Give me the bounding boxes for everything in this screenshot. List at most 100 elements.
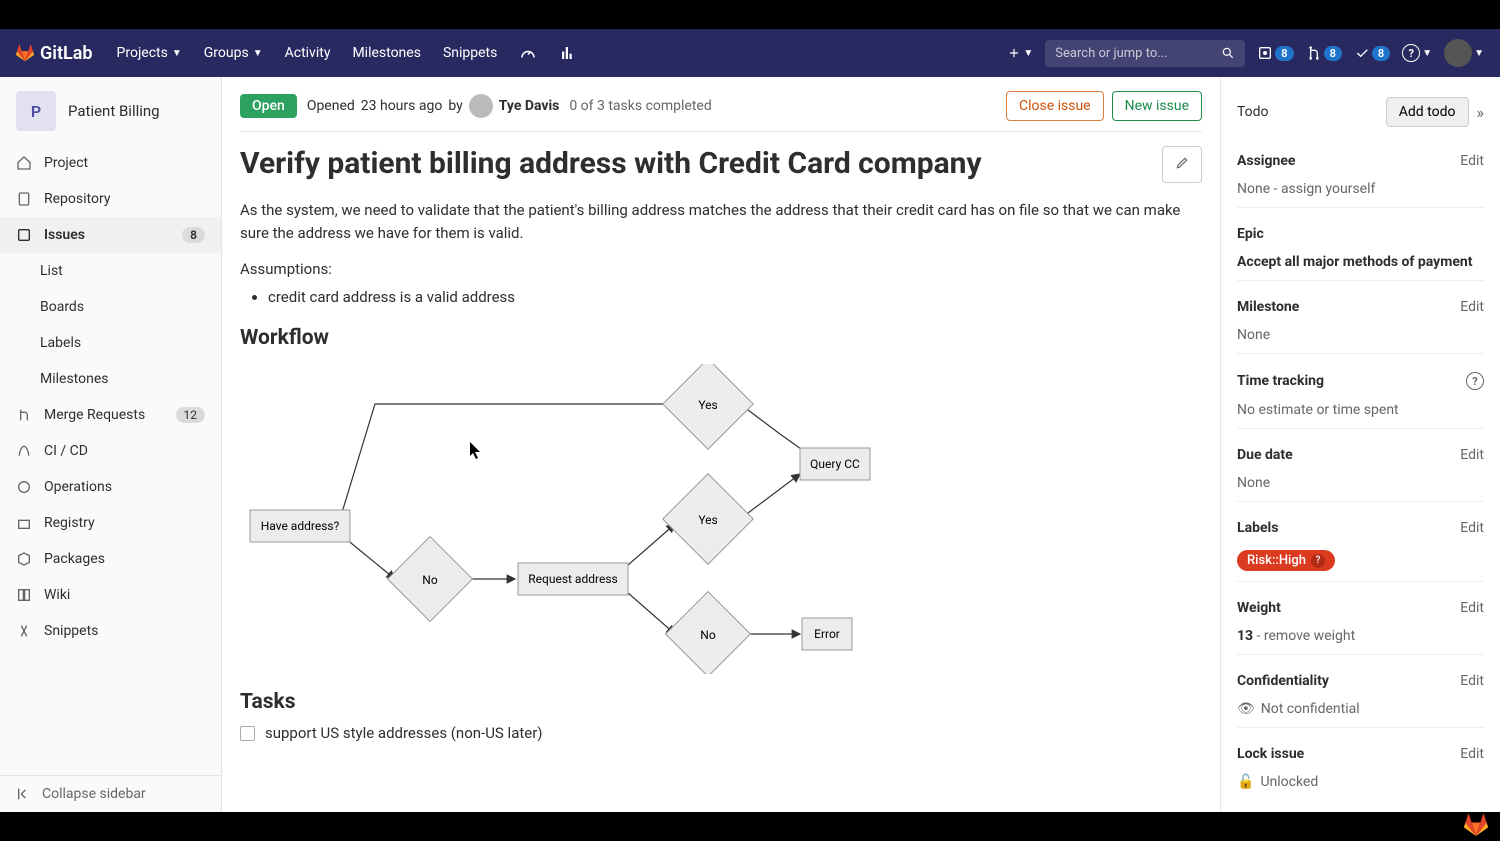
task-label: support US style addresses (non-US later… (265, 724, 543, 742)
sidebar-issues-labels[interactable]: Labels (0, 325, 221, 361)
nav-items: Projects▼ Groups▼ Activity Milestones Sn… (107, 34, 588, 72)
weight-section: Weight Edit 13 - remove weight (1237, 582, 1484, 655)
task-item: support US style addresses (non-US later… (240, 724, 1202, 742)
nav-user-menu[interactable]: ▼ (1444, 39, 1484, 67)
sidebar-issues[interactable]: Issues 8 (0, 217, 221, 253)
issue-sidebar: Todo Add todo » Assignee Edit None - ass… (1220, 77, 1500, 812)
nav-projects[interactable]: Projects▼ (107, 35, 192, 71)
sidebar-issues-list[interactable]: List (0, 253, 221, 289)
workflow-heading: Workflow (240, 326, 1202, 350)
collapse-sidebar[interactable]: Collapse sidebar (0, 775, 221, 812)
svg-text:No: No (700, 628, 716, 642)
add-todo-button[interactable]: Add todo (1386, 97, 1469, 127)
edit-milestone[interactable]: Edit (1460, 299, 1484, 315)
confidentiality-section: Confidentiality Edit 👁Not confidential (1237, 655, 1484, 728)
edit-assignee[interactable]: Edit (1460, 153, 1484, 169)
nav-mr-badge[interactable]: 8 (1306, 45, 1342, 61)
gitlab-logo[interactable]: GitLab (16, 43, 93, 64)
nav-gauge-icon[interactable] (509, 34, 547, 72)
epic-value[interactable]: Accept all major methods of payment (1237, 254, 1484, 270)
nav-activity[interactable]: Activity (275, 35, 341, 71)
node-query-cc: Query CC (800, 448, 870, 480)
edit-confidentiality[interactable]: Edit (1460, 673, 1484, 689)
search-icon (1221, 46, 1235, 60)
plus-dropdown[interactable]: ▼ (1007, 46, 1033, 60)
issue-description: As the system, we need to validate that … (240, 199, 1202, 244)
issue-title: Verify patient billing address with Cred… (240, 146, 1150, 182)
lock-open-icon: 🔓 (1237, 774, 1254, 790)
edit-labels[interactable]: Edit (1460, 520, 1484, 536)
pencil-icon (1175, 156, 1189, 170)
assignee-section: Assignee Edit None - assign yourself (1237, 135, 1484, 208)
labels-section: Labels Edit Risk::High ? (1237, 502, 1484, 582)
sidebar-packages[interactable]: Packages (0, 541, 221, 577)
sidebar-issues-milestones[interactable]: Milestones (0, 361, 221, 397)
nav-chart-icon[interactable] (549, 34, 587, 72)
due-value: None (1237, 475, 1484, 491)
sidebar-cicd[interactable]: CI / CD (0, 433, 221, 469)
project-header[interactable]: P Patient Billing (0, 77, 221, 145)
time-tracking-section: Time tracking ? No estimate or time spen… (1237, 354, 1484, 429)
tasks-heading: Tasks (240, 690, 1202, 714)
help-icon[interactable]: ? (1466, 372, 1484, 390)
nav-snippets[interactable]: Snippets (433, 35, 507, 71)
top-nav: GitLab Projects▼ Groups▼ Activity Milest… (0, 29, 1500, 77)
chevron-down-icon: ▼ (1023, 48, 1033, 59)
label-risk-high[interactable]: Risk::High ? (1237, 550, 1335, 571)
author-avatar (469, 94, 493, 118)
lock-section: Lock issue Edit 🔓Unlocked (1237, 728, 1484, 800)
edit-lock[interactable]: Edit (1460, 746, 1484, 762)
brand-text: GitLab (40, 43, 93, 64)
status-badge: Open (240, 94, 297, 118)
task-progress: 0 of 3 tasks completed (569, 98, 711, 114)
svg-text:Have address?: Have address? (261, 519, 340, 533)
todo-icon (1354, 45, 1370, 61)
sidebar-project[interactable]: Project (0, 145, 221, 181)
nav-todos-badge[interactable]: 8 (1354, 45, 1390, 61)
author-name[interactable]: Tye Davis (499, 98, 560, 114)
assumptions-heading: Assumptions: (240, 260, 1202, 278)
svg-text:No: No (422, 573, 438, 587)
edit-issue-button[interactable] (1162, 146, 1202, 183)
svg-text:Yes: Yes (698, 513, 717, 527)
chevron-down-icon: ▼ (1422, 48, 1432, 59)
node-no-1: No (388, 537, 473, 622)
merge-request-icon (1306, 45, 1322, 61)
assignee-value[interactable]: None - assign yourself (1237, 181, 1484, 197)
nav-milestones[interactable]: Milestones (342, 35, 431, 71)
gitlab-corner-icon (1464, 813, 1488, 837)
sidebar-repository[interactable]: Repository (0, 181, 221, 217)
nav-groups[interactable]: Groups▼ (194, 35, 273, 71)
chevron-down-icon: ▼ (253, 48, 263, 59)
edit-weight[interactable]: Edit (1460, 600, 1484, 616)
expand-sidebar-icon[interactable]: » (1477, 103, 1485, 122)
close-issue-button[interactable]: Close issue (1006, 91, 1104, 121)
snippets-icon (16, 623, 32, 639)
wiki-icon (16, 587, 32, 603)
sidebar-operations[interactable]: Operations (0, 469, 221, 505)
home-icon (16, 155, 32, 171)
node-request-address: Request address (518, 563, 628, 595)
sidebar-snippets[interactable]: Snippets (0, 613, 221, 649)
nav-help[interactable]: ? ▼ (1402, 44, 1432, 62)
sidebar-wiki[interactable]: Wiki (0, 577, 221, 613)
edit-due-date[interactable]: Edit (1460, 447, 1484, 463)
node-have-address: Have address? (250, 510, 350, 542)
new-issue-button[interactable]: New issue (1112, 91, 1202, 121)
task-checkbox[interactable] (240, 726, 255, 741)
time-value: No estimate or time spent (1237, 402, 1484, 418)
assumption-item: credit card address is a valid address (268, 288, 1202, 306)
sidebar-issues-boards[interactable]: Boards (0, 289, 221, 325)
nav-issues-badge[interactable]: 8 (1257, 45, 1293, 61)
sidebar-merge-requests[interactable]: Merge Requests 12 (0, 397, 221, 433)
node-error: Error (802, 618, 852, 650)
node-no-2: No (666, 592, 751, 674)
search-input[interactable] (1055, 46, 1221, 61)
opened-info: Opened 23 hours ago by Tye Davis (307, 94, 560, 118)
collapse-icon (16, 786, 32, 802)
sidebar-registry[interactable]: Registry (0, 505, 221, 541)
registry-icon (16, 515, 32, 531)
chevron-down-icon: ▼ (172, 48, 182, 59)
user-avatar (1444, 39, 1472, 67)
search-box[interactable] (1045, 40, 1245, 67)
